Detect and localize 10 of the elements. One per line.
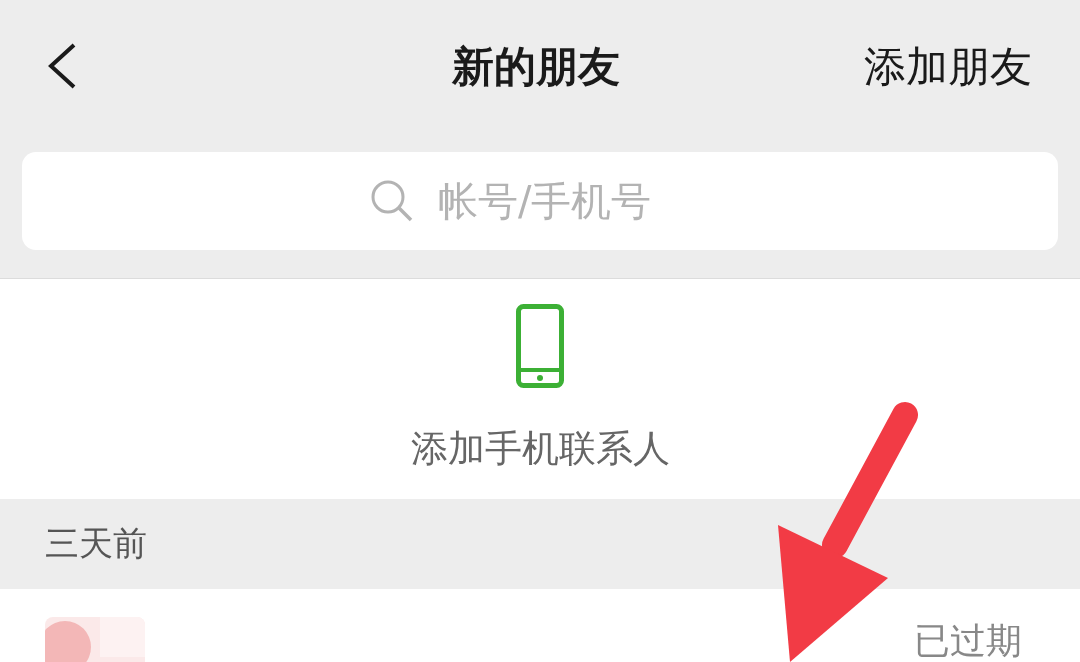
request-status: 已过期: [914, 619, 1022, 662]
phone-icon: [516, 304, 564, 388]
search-icon: [370, 179, 414, 223]
add-phone-contacts-button[interactable]: 添加手机联系人: [410, 304, 670, 474]
section-title: 三天前: [45, 522, 147, 565]
search-bar[interactable]: 帐号/手机号: [22, 152, 1058, 250]
back-icon: [47, 42, 77, 89]
page-title: 新的朋友: [452, 41, 620, 93]
search-field[interactable]: 帐号/手机号: [436, 177, 710, 225]
add-friends-button[interactable]: 添加朋友: [864, 39, 1032, 95]
